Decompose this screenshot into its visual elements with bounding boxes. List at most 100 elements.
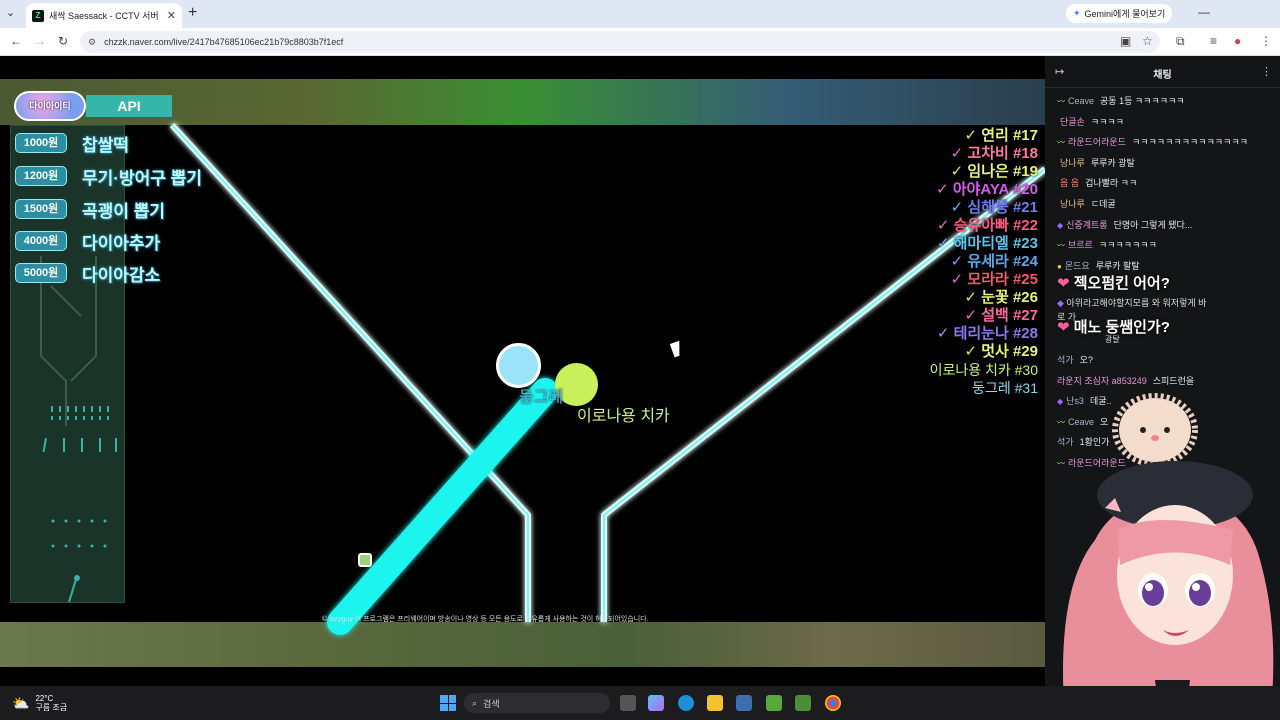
checklist-name: 연리 [981,127,1009,144]
checklist-row: ✓ 심해뭉 #21 [930,199,1038,217]
back-arrow-icon[interactable]: ← [10,34,22,48]
minecraft-launcher-icon[interactable] [795,695,811,711]
weather-text: 22°C 구름 조금 [35,694,67,712]
active-tab[interactable]: Z 새싹 Saessack - CCTV 서버 ✕ [26,3,182,28]
tab-close-icon[interactable]: ✕ [167,9,176,22]
bookmark-star-icon[interactable]: ☆ [1142,34,1153,48]
rank-num: #30 [1014,362,1038,378]
file-explorer-icon[interactable] [707,695,723,711]
vtuber-avatar [1063,393,1274,720]
chat-message: 단골손 ㅋㅋㅋㅋ [1057,112,1280,133]
alert-text: 아위라고해야할지모름 와 워저렇게 바 [1066,298,1207,308]
browser-menu-icon[interactable]: ⋮ [1260,34,1272,48]
start-button[interactable] [440,695,456,711]
checklist-name: 해마티엘 [953,235,1009,252]
chat-text: 겁나빨라 ㅋㅋ [1085,178,1138,189]
chat-message: 석가 오? [1057,350,1194,371]
marble-blue [496,343,541,388]
checklist-name: 테리눈나 [953,325,1009,342]
app-icon[interactable] [736,695,752,711]
marble-blue-label: 둥그레 [519,389,564,406]
checklist-row: ✓ 아야AYA #20 [930,181,1038,199]
tab-list-icon[interactable]: ⌄ [6,6,15,19]
badge-icon: 〰 [1057,241,1065,251]
reading-list-icon[interactable]: ≡ [1210,34,1217,48]
checklist-row: ✓ 모라라 #25 [930,271,1038,289]
rank-row: 둥그레 #31 [930,379,1038,397]
chat-nick[interactable]: 몬드요 [1065,261,1090,271]
chat-text: 오? [1079,355,1093,365]
tab-favicon-icon: Z [32,9,44,22]
chat-nick[interactable]: 단골손 [1060,117,1085,127]
chat-nick[interactable]: 음 음 [1060,178,1079,188]
donation-alert-2: ◆ 아위라고해야할지모름 와 워저렇게 바 [1057,296,1206,309]
checklist-name: 눈꽃 [981,289,1009,306]
chat-nick[interactable]: 브르르 [1068,240,1093,250]
checklist-num: #26 [1012,289,1038,306]
url-text: chzzk.naver.com/live/2417b47685106ec21b7… [104,37,344,47]
video-player[interactable]: 다이아이티 API 1000원 찹쌀떡 1200원 무기·방어구 뽑기 1500… [0,79,1045,667]
chat-nick[interactable]: 석가 [1057,355,1074,365]
address-bar[interactable]: ⚙ chzzk.naver.com/live/2417b47685106ec21… [80,31,1160,53]
chat-nick[interactable]: Ceave [1068,96,1094,106]
reward-price-2: 1200원 [15,166,67,186]
taskbar-search[interactable]: ⌕ 검색 [464,693,610,713]
weather-widget[interactable]: ⛅ 22°C 구름 조금 [12,694,67,712]
new-tab-icon[interactable]: + [188,4,197,22]
badge-icon: 〰 [1057,138,1065,148]
check-icon: ✓ [950,145,964,162]
check-icon: ✓ [950,271,964,288]
checklist-name: 모라라 [967,271,1009,288]
minecraft-icon[interactable] [766,695,782,711]
task-view-icon[interactable] [620,695,636,711]
chat-message: 낭나루 ㄷ데굴 [1057,194,1280,215]
gemini-label: Gemini에게 물어보기 [1084,9,1166,19]
rank-row: 이로나용 치카 #30 [930,361,1038,379]
copilot-icon[interactable] [648,695,664,711]
chat-nick[interactable]: 신중계트롱 [1066,220,1107,230]
chat-nick[interactable]: 낭나루 [1060,158,1085,168]
gift-icon: ❤ [1057,275,1070,292]
cloud-sun-icon: ⛅ [12,694,30,711]
reward-label-1: 찹쌀떡 [82,136,129,155]
reward-label-5: 다이아감소 [82,266,161,285]
forward-arrow-icon[interactable]: → [34,34,46,48]
extensions-icon[interactable]: ⧉ [1176,34,1185,49]
chat-text: 공동 1등 ㅋㅋㅋㅋㅋㅋ [1100,96,1185,106]
reward-price-3: 1500원 [15,199,67,219]
chrome-icon[interactable] [825,695,841,711]
checklist-num: #24 [1012,253,1038,270]
check-icon: ✓ [936,181,949,198]
chat-message: 라운지 조심자 a853249 스피드런을 [1057,371,1194,392]
chat-nick[interactable]: 라운지 조심자 a853249 [1057,376,1147,386]
reload-icon[interactable]: ↻ [58,34,68,48]
reward-label-3: 곡괭이 뽑기 [82,202,165,221]
chat-nick[interactable]: 라운드어라운드 [1068,137,1126,147]
checklist-row: ✓ 고차비 #18 [930,145,1038,163]
search-placeholder: 검색 [483,698,500,709]
chat-message: 〰 브르르 ㅋㅋㅋㅋㅋㅋㅋ [1057,235,1280,256]
gemini-button[interactable]: ✦ Gemini에게 물어보기 [1066,4,1173,23]
chat-text: 루루카 팔탈 [1095,260,1140,271]
sparkle-icon: ◆ [1057,298,1064,308]
checklist-num: #27 [1012,307,1038,324]
checklist-num: #28 [1012,325,1038,342]
chat-text: ㅋㅋㅋㅋㅋㅋㅋㅋㅋㅋㅋㅋㅋㅋ [1131,137,1248,148]
gemini-sparkle-icon: ✦ [1073,8,1081,18]
checklist-num: #18 [1012,145,1038,162]
check-icon: ✓ [964,127,978,144]
checklist-name: 유세라 [967,253,1009,270]
check-icon: ✓ [950,199,964,216]
cast-icon[interactable]: ▣ [1120,34,1131,48]
edge-icon[interactable] [678,695,694,711]
chat-message: ◆ 신중계트롱 단명아 그렇게 됐다... [1057,215,1280,236]
marble-green-label: 이로나용 치카 [577,408,670,425]
site-info-icon[interactable]: ⚙ [88,37,96,48]
chat-more-icon[interactable]: ⋮ [1261,65,1272,78]
check-icon: ✓ [950,163,964,180]
tab-title: 새싹 Saessack - CCTV 서버 [49,11,159,21]
checklist-name: 멋사 [981,343,1009,360]
window-minimize-icon[interactable]: — [1198,5,1210,19]
chat-nick[interactable]: 낭나루 [1060,199,1085,209]
profile-avatar-icon[interactable]: ● [1234,34,1241,48]
